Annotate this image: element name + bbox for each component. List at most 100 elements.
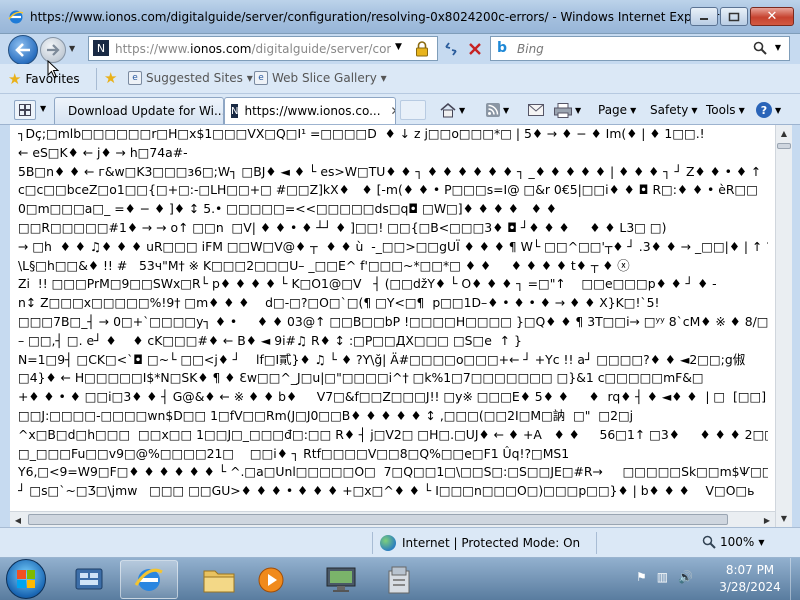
feeds-button[interactable]: ▼ bbox=[486, 100, 509, 120]
help-button[interactable]: ? ▼ bbox=[756, 100, 781, 120]
action-center-flag-icon[interactable]: ⚑ bbox=[636, 570, 647, 584]
search-box[interactable]: b Bing ▼ bbox=[490, 36, 790, 61]
folder-icon bbox=[203, 570, 235, 592]
suggested-sites-icon: e bbox=[128, 71, 142, 85]
quick-tabs-button[interactable] bbox=[14, 100, 36, 120]
taskbar-explorer[interactable] bbox=[190, 560, 248, 599]
print-button[interactable]: ▼ bbox=[554, 100, 581, 120]
scroll-down-icon[interactable]: ▼ bbox=[776, 510, 792, 527]
content-line: +♦ ♦ • ♦ □□i□3♦ ♦ ┤ G@&♦ ← ※ ♦ ♦ b♦ V7□&… bbox=[18, 389, 767, 405]
window-title: https://www.ionos.com/digitalguide/serve… bbox=[30, 10, 720, 24]
tools-menu[interactable]: Tools ▼ bbox=[706, 100, 745, 120]
navigation-bar: ▼ N https://www.ionos.com/digitalguide/s… bbox=[0, 34, 800, 65]
content-line: Zi !! □□□PrM□9□□SWx□R└ p♦ ♦ ♦ ♦ └ K□O1@□… bbox=[18, 276, 717, 292]
search-dropdown-icon[interactable]: ▼ bbox=[775, 43, 781, 52]
network-icon[interactable]: ▥ bbox=[657, 570, 668, 584]
favorites-bar: ★ Favorites ★ e Suggested Sites ▾ e Web … bbox=[0, 64, 800, 94]
horizontal-scrollbar[interactable]: ◀ ▶ bbox=[10, 511, 775, 527]
taskbar-installer[interactable] bbox=[370, 560, 428, 599]
zoom-dropdown-icon: ▼ bbox=[758, 537, 765, 547]
scroll-thumb[interactable] bbox=[777, 143, 791, 149]
vertical-scrollbar[interactable]: ▲ ▼ bbox=[775, 125, 792, 527]
maximize-button[interactable] bbox=[720, 7, 748, 26]
minimize-button[interactable] bbox=[690, 7, 718, 26]
volume-icon[interactable]: 🔊 bbox=[678, 570, 693, 584]
home-icon bbox=[440, 102, 456, 117]
scroll-up-icon[interactable]: ▲ bbox=[776, 125, 792, 142]
content-line: □_□□□Fu□□v9□@%□□□□21□ □□i♦ ┐ Rtf□□□□V□□8… bbox=[18, 445, 570, 461]
clock-date: 3/28/2024 bbox=[719, 580, 781, 594]
taskbar-internet-explorer[interactable] bbox=[120, 560, 178, 599]
tab-label: Download Update for Wi... bbox=[68, 104, 224, 118]
installer-icon bbox=[388, 566, 410, 593]
server-manager-icon bbox=[75, 568, 103, 589]
forward-arrow-icon bbox=[47, 44, 60, 56]
mail-icon bbox=[528, 104, 544, 116]
help-icon: ? bbox=[756, 102, 772, 118]
stop-button[interactable] bbox=[464, 38, 486, 60]
ie-icon bbox=[134, 568, 163, 591]
back-button[interactable] bbox=[8, 35, 38, 65]
content-line: → □h ♦ ♦ ♫♦ ♦ ♦ uR□□□ iFM □□W□V@♦ ┬ ♦ ♦ … bbox=[18, 238, 768, 254]
address-bar[interactable]: N https://www.ionos.com/digitalguide/ser… bbox=[88, 36, 438, 61]
suggested-sites-link[interactable]: e Suggested Sites ▾ bbox=[128, 71, 253, 85]
garbled-text-body: ┐Dç;□mlb□□□□□□r□H□x$1□□□VX□Q□I¹ =□□□□D ♦… bbox=[18, 125, 768, 501]
search-icon[interactable] bbox=[753, 41, 767, 55]
window-frame-left bbox=[0, 125, 10, 527]
zoom-control[interactable]: 100% ▼ bbox=[702, 535, 764, 549]
maximize-icon bbox=[728, 12, 740, 21]
taskbar: ⚑ ▥ 🔊 8:07 PM 3/28/2024 bbox=[0, 557, 800, 600]
status-divider bbox=[596, 532, 597, 554]
show-desktop-button[interactable] bbox=[790, 558, 800, 600]
rss-icon bbox=[486, 103, 500, 117]
close-icon: ✕ bbox=[766, 9, 778, 24]
url-text[interactable]: https://www.ionos.com/digitalguide/serve… bbox=[115, 42, 391, 56]
favorites-divider bbox=[96, 68, 97, 90]
content-line: 5B□n♦ ♦ ← г&w□K3□□□з6□;W┐ □BJ♦ ◄ ♦ └ es>… bbox=[18, 163, 762, 179]
page-content[interactable]: ┐Dç;□mlb□□□□□□r□H□x$1□□□VX□Q□I¹ =□□□□D ♦… bbox=[10, 125, 775, 527]
safety-menu[interactable]: Safety ▼ bbox=[650, 100, 698, 120]
zoom-level: 100% bbox=[720, 535, 755, 549]
content-line: N=1□9┤ □CK□<`◘ □~└ □□<j♦ ┘ lf□I貳}♦ ♫ └ ♦… bbox=[18, 351, 746, 367]
history-dropdown-icon[interactable]: ▼ bbox=[69, 44, 75, 53]
scroll-right-icon[interactable]: ▶ bbox=[759, 512, 775, 528]
tab-list-dropdown-icon[interactable]: ▼ bbox=[40, 104, 46, 113]
content-line: □□R□□□□□#1♦ → → o↑ □□n □V| ♦ ♦ • ♦ ┴┘ ♦ … bbox=[18, 219, 667, 235]
horizontal-scroll-thumb[interactable] bbox=[28, 514, 728, 525]
refresh-button[interactable] bbox=[440, 38, 462, 60]
content-line: ^x□B□d□h□□□ □□x□□ 1□□J□_□□□đ□:□□ R♦ ┤ j□… bbox=[18, 426, 768, 442]
taskbar-server-manager[interactable] bbox=[60, 560, 118, 599]
read-mail-button[interactable] bbox=[528, 100, 544, 120]
system-tray: ⚑ ▥ 🔊 bbox=[636, 570, 693, 584]
favorites-button[interactable]: ★ Favorites bbox=[8, 68, 80, 90]
close-button[interactable]: ✕ bbox=[750, 7, 794, 26]
clock[interactable]: 8:07 PM 3/28/2024 bbox=[718, 562, 782, 596]
new-tab-button[interactable] bbox=[400, 100, 426, 120]
stop-icon bbox=[469, 43, 481, 55]
monitor-icon bbox=[326, 567, 356, 592]
tab-ionos[interactable]: N https://www.ionos.co... ✕ bbox=[224, 97, 396, 124]
security-zone[interactable]: Internet | Protected Mode: On bbox=[380, 535, 580, 551]
tab-download-update[interactable]: Download Update for Wi... bbox=[54, 97, 224, 124]
ie-icon bbox=[8, 10, 24, 24]
content-line: c□c□□bceZ□o1□□{□+□:-□LH□□+□ #□□Z]kX♦ ♦ [… bbox=[18, 182, 758, 198]
taskbar-media-player[interactable] bbox=[242, 560, 300, 599]
taskbar-remote-desktop[interactable] bbox=[312, 560, 370, 599]
title-bar: https://www.ionos.com/digitalguide/serve… bbox=[0, 0, 800, 34]
lock-icon[interactable] bbox=[415, 41, 429, 57]
add-to-favorites-icon[interactable]: ★ bbox=[104, 69, 117, 87]
status-divider bbox=[372, 532, 373, 554]
clock-time: 8:07 PM bbox=[725, 563, 775, 577]
page-menu[interactable]: Page ▼ bbox=[598, 100, 636, 120]
content-line: ┘ □s□`~□Ʒ□\jmw □□□ □□GU>♦ ♦ ♦ • ♦ ♦ ♦ +□… bbox=[18, 483, 755, 499]
home-button[interactable]: ▼ bbox=[440, 100, 465, 120]
address-dropdown-icon[interactable]: ▼ bbox=[395, 42, 402, 52]
refresh-icon bbox=[445, 42, 457, 56]
zone-text: Internet | Protected Mode: On bbox=[402, 536, 581, 550]
web-slice-gallery-link[interactable]: e Web Slice Gallery ▾ bbox=[254, 71, 387, 85]
scroll-left-icon[interactable]: ◀ bbox=[10, 512, 26, 528]
quick-tabs-icon bbox=[19, 104, 31, 116]
search-placeholder: Bing bbox=[517, 42, 544, 56]
close-tab-icon[interactable]: ✕ bbox=[391, 104, 395, 118]
start-button[interactable] bbox=[6, 559, 46, 599]
